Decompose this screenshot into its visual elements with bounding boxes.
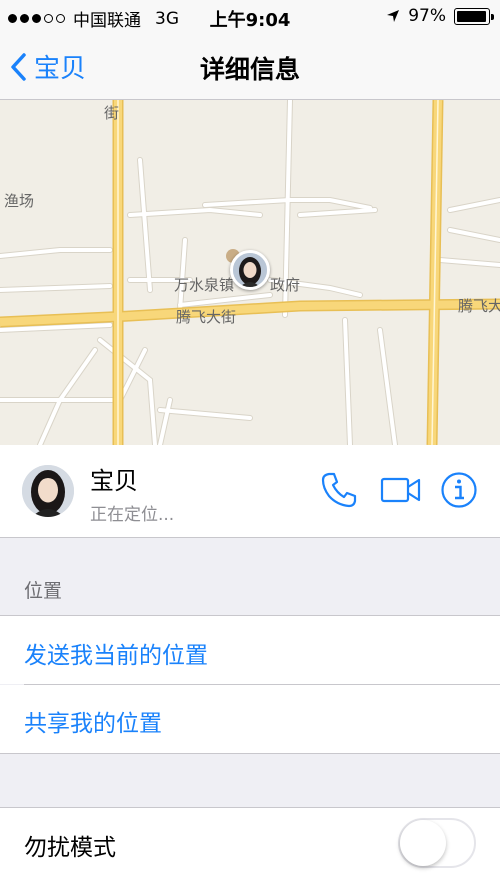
navigation-bar: 宝贝 详细信息 bbox=[0, 34, 500, 100]
location-services-icon bbox=[387, 10, 400, 22]
info-button[interactable] bbox=[440, 471, 478, 513]
status-right: 97% bbox=[386, 6, 494, 26]
back-button-label: 宝贝 bbox=[34, 54, 87, 84]
map-label-water-town: 万水泉镇 bbox=[174, 276, 235, 294]
contact-card: 宝贝 正在定位... bbox=[0, 445, 500, 538]
send-current-location-label: 发送我当前的位置 bbox=[24, 643, 208, 669]
info-icon bbox=[441, 472, 477, 508]
do-not-disturb-row: 勿扰模式 bbox=[0, 808, 500, 888]
battery-icon bbox=[454, 7, 494, 25]
section-header-label: 位置 bbox=[24, 580, 63, 602]
share-location-label: 共享我的位置 bbox=[24, 711, 162, 737]
map-label-government: 政府 bbox=[270, 276, 301, 294]
location-section-header: 位置 bbox=[0, 538, 500, 616]
avatar-image bbox=[22, 465, 74, 517]
battery-level-fill bbox=[457, 10, 487, 22]
share-location-row[interactable]: 共享我的位置 bbox=[0, 685, 500, 753]
map-label-street-2: 腾飞大 bbox=[458, 297, 500, 315]
avatar-image bbox=[233, 253, 267, 287]
location-map[interactable]: 街 渔场 万水泉镇 政府 腾飞大街 腾飞大 bbox=[0, 100, 500, 445]
map-label-vertical: 街 bbox=[104, 104, 120, 122]
do-not-disturb-toggle[interactable] bbox=[398, 818, 476, 868]
phone-button[interactable] bbox=[320, 471, 358, 513]
map-label-fishery: 渔场 bbox=[4, 192, 35, 210]
battery-percent: 97% bbox=[408, 6, 446, 26]
avatar[interactable] bbox=[22, 465, 74, 517]
toggle-knob bbox=[400, 820, 446, 866]
contact-status: 正在定位... bbox=[90, 505, 175, 525]
status-bar: 中国联通 3G 上午9:04 97% bbox=[0, 0, 500, 34]
section-spacer bbox=[0, 754, 500, 808]
phone-icon bbox=[321, 472, 357, 508]
chevron-left-icon bbox=[11, 52, 26, 81]
send-current-location-row[interactable]: 发送我当前的位置 bbox=[0, 616, 500, 684]
video-call-button[interactable] bbox=[380, 475, 422, 509]
video-icon bbox=[380, 477, 421, 503]
contact-name: 宝贝 bbox=[90, 467, 138, 495]
location-pin-avatar[interactable] bbox=[230, 250, 270, 290]
map-label-street-1: 腾飞大街 bbox=[176, 308, 237, 326]
do-not-disturb-label: 勿扰模式 bbox=[24, 835, 116, 861]
back-button[interactable]: 宝贝 bbox=[10, 48, 86, 85]
